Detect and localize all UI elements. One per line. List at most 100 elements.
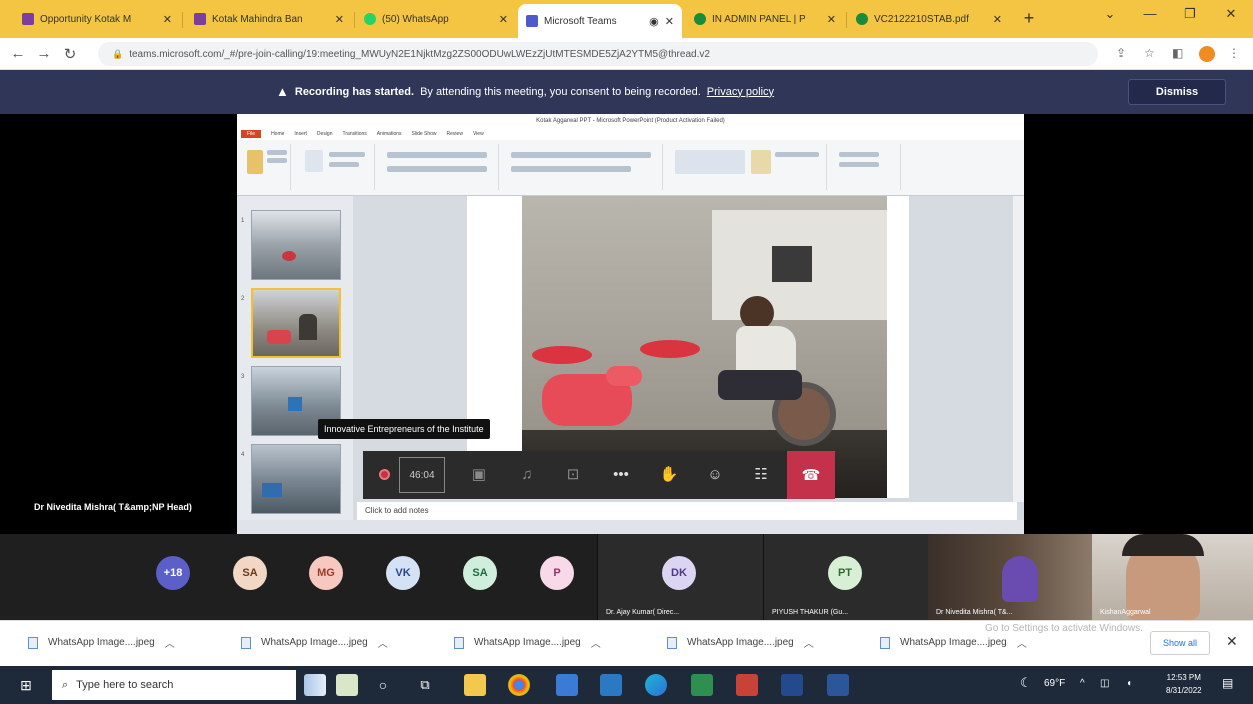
minimize-icon[interactable]: — bbox=[1135, 6, 1165, 21]
browser-tab[interactable]: IN ADMIN PANEL | P ✕ bbox=[686, 6, 844, 32]
reload-icon[interactable]: ↻ bbox=[60, 45, 80, 63]
browser-toolbar: ← → ↻ 🔒 teams.microsoft.com/_#/pre-join-… bbox=[0, 38, 1253, 70]
participant-tile[interactable]: DK Dr. Ajay Kumar( Direc... bbox=[597, 534, 763, 620]
raise-hand-icon[interactable]: ✋ bbox=[657, 463, 681, 487]
download-item[interactable]: WhatsApp Image....jpeg ︿ bbox=[880, 635, 1027, 650]
ribbon-group-font bbox=[379, 144, 499, 190]
mic-icon[interactable]: ♫ bbox=[515, 463, 539, 487]
weather-temperature[interactable]: 69°F bbox=[1044, 678, 1065, 689]
participants-icon[interactable]: ☷ bbox=[749, 463, 773, 487]
download-item[interactable]: WhatsApp Image....jpeg ︿ bbox=[28, 635, 175, 650]
new-tab-button[interactable]: + bbox=[1018, 8, 1040, 29]
word-icon[interactable] bbox=[827, 674, 849, 696]
chevron-up-icon[interactable]: ︿ bbox=[1017, 635, 1027, 650]
download-filename: WhatsApp Image....jpeg bbox=[48, 637, 155, 648]
dismiss-button[interactable]: Dismiss bbox=[1128, 79, 1226, 105]
whatsapp-icon bbox=[364, 13, 376, 25]
browser-tab-active[interactable]: Microsoft Teams ◉ ✕ bbox=[518, 4, 682, 38]
weather-moon-icon[interactable]: ☾ bbox=[1020, 675, 1032, 691]
tab-audio-icon[interactable]: ◉ bbox=[649, 15, 659, 28]
show-all-downloads-button[interactable]: Show all bbox=[1150, 631, 1210, 655]
tab-search-icon[interactable]: ⌄ bbox=[1095, 6, 1125, 22]
windows-start-icon[interactable]: ⊞ bbox=[6, 672, 46, 698]
participant-avatar[interactable]: SA bbox=[233, 556, 267, 590]
chevron-up-icon[interactable]: ︿ bbox=[591, 635, 601, 650]
bookmark-star-icon[interactable]: ☆ bbox=[1144, 46, 1155, 60]
participant-tile[interactable]: PT PIYUSH THAKUR (Gu... bbox=[763, 534, 928, 620]
browser-tab-strip: Opportunity Kotak M ✕ Kotak Mahindra Ban… bbox=[0, 0, 1253, 38]
participant-video-tile[interactable]: KishanAggarwal bbox=[1092, 534, 1253, 620]
camera-icon[interactable]: ▣ bbox=[467, 463, 491, 487]
more-actions-icon[interactable]: ••• bbox=[609, 463, 633, 487]
browser-tab[interactable]: VC2122210STAB.pdf ✕ bbox=[848, 6, 1010, 32]
store-icon[interactable] bbox=[556, 674, 578, 696]
app-icon[interactable] bbox=[781, 674, 803, 696]
volume-icon[interactable]: ◖ bbox=[1126, 678, 1132, 689]
participant-video-tile[interactable]: Dr Nivedita Mishra( T&... bbox=[928, 534, 1092, 620]
participant-avatar[interactable]: P bbox=[540, 556, 574, 590]
extension-icon[interactable]: ◧ bbox=[1172, 46, 1183, 60]
chevron-up-icon[interactable]: ︿ bbox=[378, 635, 388, 650]
close-window-icon[interactable]: ✕ bbox=[1216, 6, 1246, 22]
chevron-up-icon[interactable]: ︿ bbox=[165, 635, 175, 650]
file-explorer-icon[interactable] bbox=[464, 674, 486, 696]
ppt-tab: Animations bbox=[376, 131, 402, 137]
share-screen-icon[interactable]: ⊡ bbox=[561, 463, 585, 487]
slide-thumbnail[interactable] bbox=[251, 444, 341, 514]
download-item[interactable]: WhatsApp Image....jpeg ︿ bbox=[667, 635, 814, 650]
slide-number: 2 bbox=[241, 296, 245, 302]
restore-icon[interactable]: ❐ bbox=[1175, 6, 1205, 22]
tray-overflow-icon[interactable]: ^ bbox=[1080, 678, 1085, 689]
chevron-up-icon[interactable]: ︿ bbox=[804, 635, 814, 650]
download-item[interactable]: WhatsApp Image....jpeg ︿ bbox=[241, 635, 388, 650]
back-icon[interactable]: ← bbox=[8, 45, 28, 62]
tab-close-icon[interactable]: ✕ bbox=[499, 13, 508, 26]
slide-thumbnail-selected[interactable] bbox=[251, 288, 341, 358]
address-bar[interactable]: 🔒 teams.microsoft.com/_#/pre-join-callin… bbox=[98, 42, 1098, 66]
browser-tab[interactable]: Kotak Mahindra Ban ✕ bbox=[186, 6, 352, 32]
mail-icon[interactable] bbox=[600, 674, 622, 696]
cortana-icon[interactable]: ○ bbox=[372, 674, 394, 696]
app-icon[interactable] bbox=[736, 674, 758, 696]
clock-date: 8/31/2022 bbox=[1166, 686, 1202, 695]
slide-thumbnail[interactable] bbox=[251, 210, 341, 280]
tab-close-icon[interactable]: ✕ bbox=[335, 13, 344, 26]
browser-tab[interactable]: Opportunity Kotak M ✕ bbox=[14, 6, 180, 32]
privacy-policy-link[interactable]: Privacy policy bbox=[707, 86, 774, 98]
participant-avatar[interactable]: VK bbox=[386, 556, 420, 590]
participant-avatar[interactable]: MG bbox=[309, 556, 343, 590]
participant-avatar[interactable]: SA bbox=[463, 556, 497, 590]
profile-avatar[interactable] bbox=[1199, 46, 1215, 62]
tab-close-icon[interactable]: ✕ bbox=[163, 13, 172, 26]
photos-icon[interactable] bbox=[691, 674, 713, 696]
task-view-icon[interactable]: ⧉ bbox=[414, 674, 436, 696]
tab-close-icon[interactable]: ✕ bbox=[993, 13, 1002, 26]
recording-indicator-icon bbox=[379, 469, 390, 480]
taskbar-clock[interactable]: 12:53 PM 8/31/2022 bbox=[1166, 671, 1202, 697]
chat-icon[interactable]: ☺ bbox=[703, 463, 727, 487]
meeting-control-bar: 46:04 ▣ ♫ ⊡ ••• ✋ ☺ ☷ ☎ bbox=[363, 451, 835, 499]
slide-thumbnail-panel: 1 2 3 4 bbox=[237, 196, 353, 526]
notifications-icon[interactable]: ▤ bbox=[1222, 676, 1233, 690]
close-downloads-icon[interactable]: ✕ bbox=[1226, 633, 1238, 650]
browser-tab[interactable]: (50) WhatsApp ✕ bbox=[356, 6, 516, 32]
chrome-menu-icon[interactable]: ⋮ bbox=[1228, 46, 1240, 60]
tab-separator bbox=[182, 12, 183, 28]
tab-close-icon[interactable]: ✕ bbox=[665, 15, 674, 28]
forward-icon[interactable]: → bbox=[34, 45, 54, 62]
hang-up-button[interactable]: ☎ bbox=[787, 451, 835, 499]
tab-close-icon[interactable]: ✕ bbox=[827, 13, 836, 26]
chrome-icon[interactable] bbox=[508, 674, 530, 696]
edge-icon[interactable] bbox=[645, 674, 667, 696]
news-widget-icon[interactable] bbox=[304, 674, 326, 696]
network-icon[interactable]: ◫ bbox=[1100, 678, 1109, 689]
share-icon[interactable]: ⇪ bbox=[1116, 46, 1126, 60]
more-participants-avatar[interactable]: +18 bbox=[156, 556, 190, 590]
taskbar-search-box[interactable]: ⌕ Type here to search bbox=[52, 670, 296, 700]
download-item[interactable]: WhatsApp Image....jpeg ︿ bbox=[454, 635, 601, 650]
taskbar-search-placeholder: Type here to search bbox=[76, 679, 174, 691]
tab-favicon-icon bbox=[694, 13, 706, 25]
news-widget-icon[interactable] bbox=[336, 674, 358, 696]
ribbon-group-slides bbox=[295, 144, 375, 190]
ppt-vertical-scrollbar[interactable] bbox=[1013, 196, 1024, 502]
